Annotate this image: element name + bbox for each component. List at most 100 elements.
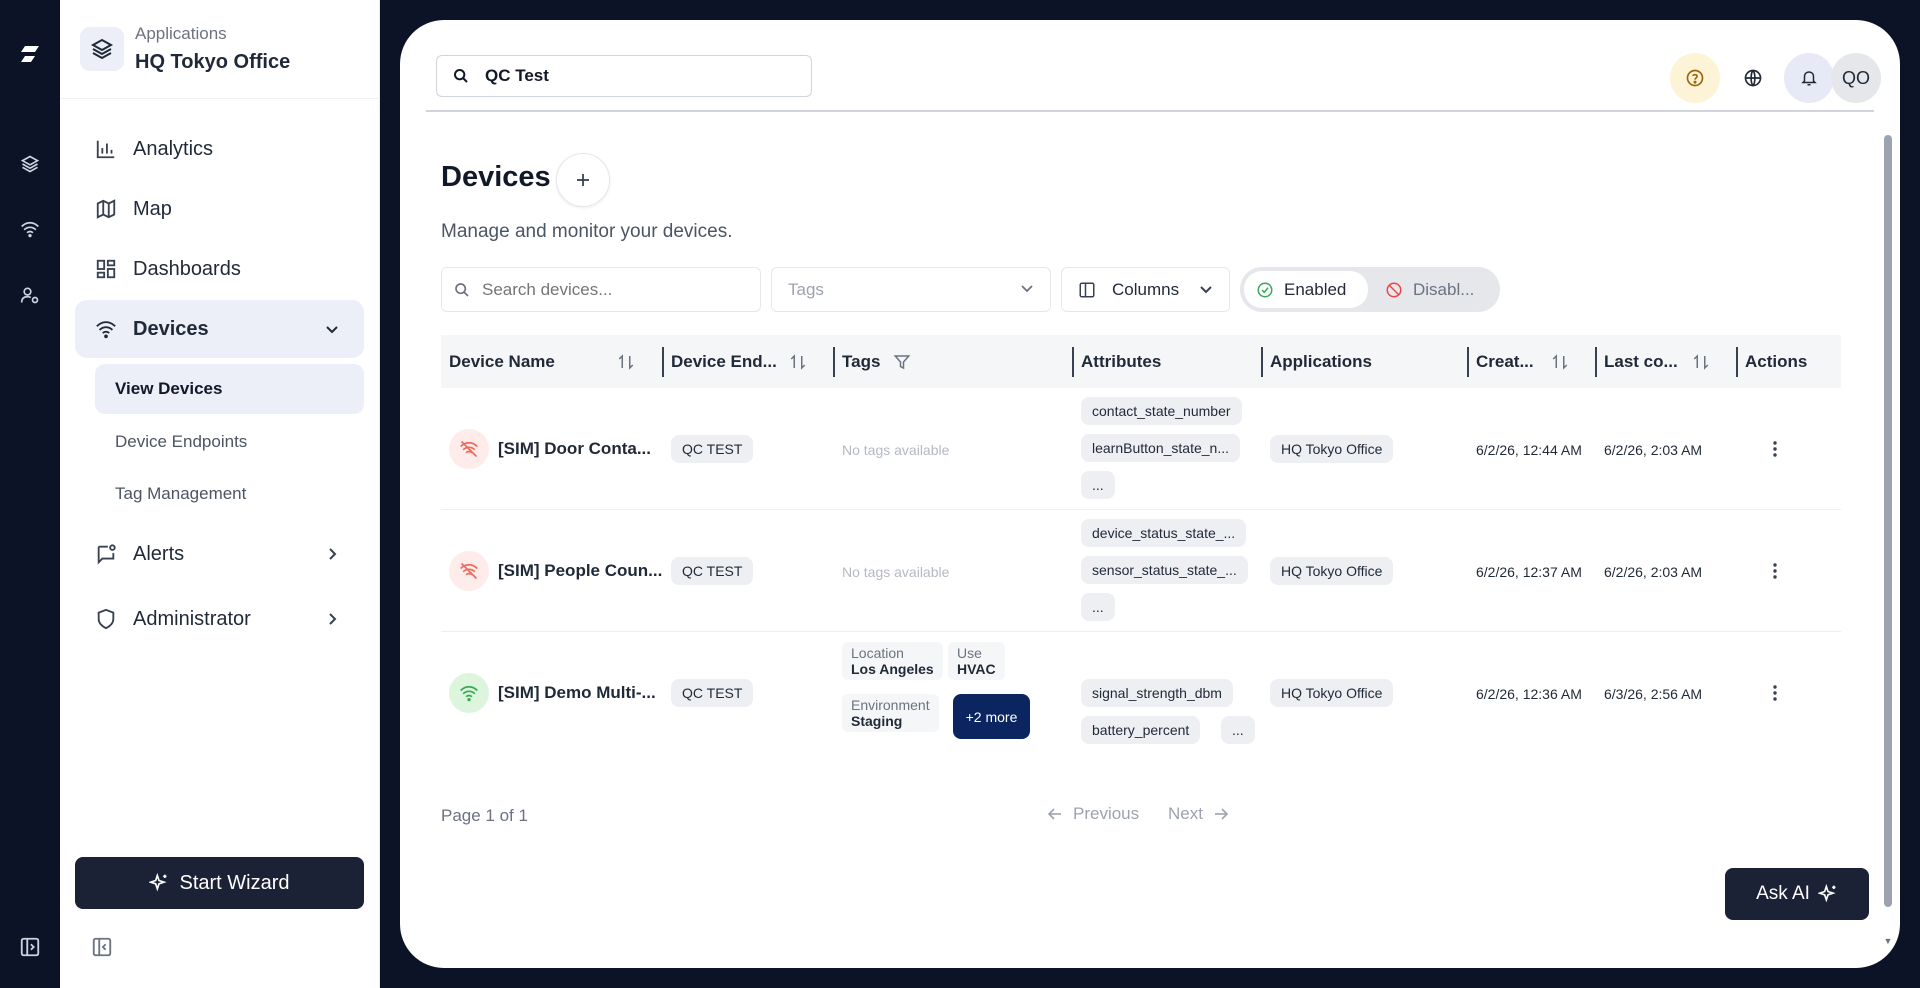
column-divider[interactable] <box>833 347 835 377</box>
check-circle-icon <box>1256 281 1274 299</box>
wifi-icon <box>94 317 118 341</box>
th-last-connected[interactable]: Last co... <box>1604 335 1678 388</box>
chevron-right-icon <box>322 544 342 564</box>
columns-button[interactable]: Columns <box>1061 267 1230 312</box>
add-device-button[interactable] <box>556 153 610 207</box>
panel-expand-icon[interactable] <box>18 935 42 959</box>
attribute-more-badge[interactable]: ... <box>1081 593 1115 621</box>
attribute-badge: contact_state_number <box>1081 397 1242 425</box>
chevron-down-icon <box>1199 282 1213 296</box>
start-wizard-label: Start Wizard <box>179 871 290 894</box>
wifi-icon <box>449 673 489 713</box>
scrollbar-thumb[interactable] <box>1884 135 1892 907</box>
table-row[interactable]: [SIM] Door Conta... QC TEST No tags avai… <box>441 388 1841 510</box>
th-device-name[interactable]: Device Name <box>449 335 555 388</box>
main-panel: QO Devices Manage and monitor your devic… <box>400 20 1900 968</box>
column-divider[interactable] <box>1736 347 1738 377</box>
scroll-down-icon[interactable]: ▼ <box>1883 936 1893 946</box>
filter-icon[interactable] <box>893 335 911 388</box>
nav-item-map[interactable]: Map <box>75 180 364 238</box>
device-search-input[interactable] <box>482 279 742 300</box>
more-vertical-icon[interactable] <box>1764 682 1786 704</box>
sub-item-view-devices[interactable]: View Devices <box>95 364 364 414</box>
no-tags-text: No tags available <box>842 442 950 458</box>
device-name[interactable]: [SIM] People Coun... <box>498 561 662 581</box>
sub-item-tag-management[interactable]: Tag Management <box>95 469 364 519</box>
sort-icon[interactable] <box>1692 335 1710 388</box>
th-created[interactable]: Creat... <box>1476 335 1534 388</box>
table-row[interactable]: [SIM] Demo Multi-... QC TEST Location Lo… <box>441 632 1841 754</box>
wifi-icon[interactable] <box>18 217 42 241</box>
chevron-right-icon <box>322 609 342 629</box>
top-bar: QO <box>426 20 1881 112</box>
th-label: Creat... <box>1476 351 1534 371</box>
nav-item-dashboards[interactable]: Dashboards <box>75 240 364 298</box>
column-divider[interactable] <box>1072 347 1074 377</box>
sort-icon[interactable] <box>789 335 807 388</box>
enabled-tab[interactable]: Enabled <box>1244 271 1368 308</box>
last-connected-date: 6/2/26, 2:03 AM <box>1604 442 1703 458</box>
user-settings-icon[interactable] <box>18 283 42 307</box>
more-vertical-icon[interactable] <box>1764 560 1786 582</box>
nav-item-alerts[interactable]: Alerts <box>75 525 364 583</box>
th-label: Applications <box>1270 351 1373 371</box>
tag-value: Staging <box>851 713 903 729</box>
device-name[interactable]: [SIM] Demo Multi-... <box>498 683 656 703</box>
bar-chart-icon <box>94 137 118 161</box>
device-name[interactable]: [SIM] Door Conta... <box>498 439 651 459</box>
tags-filter-select[interactable]: Tags <box>771 267 1051 312</box>
next-button[interactable]: Next <box>1168 804 1229 824</box>
disabled-tab[interactable]: Disabl... <box>1377 271 1497 308</box>
sidebar-collapse-icon[interactable] <box>90 935 114 959</box>
sparkles-icon <box>1817 884 1838 904</box>
wifi-off-icon <box>449 551 489 591</box>
nav-item-devices[interactable]: Devices <box>75 300 364 358</box>
more-tags-button[interactable]: +2 more <box>953 694 1030 739</box>
arrow-right-icon <box>1213 806 1229 822</box>
language-button[interactable] <box>1728 53 1778 103</box>
sub-item-device-endpoints[interactable]: Device Endpoints <box>95 417 364 467</box>
brand-logo-icon[interactable] <box>18 42 42 66</box>
th-attributes[interactable]: Attributes <box>1081 335 1161 388</box>
table-row[interactable]: [SIM] People Coun... QC TEST No tags ava… <box>441 510 1841 632</box>
nav-item-analytics[interactable]: Analytics <box>75 120 364 178</box>
nav-item-administrator[interactable]: Administrator <box>75 590 364 648</box>
user-avatar[interactable]: QO <box>1831 53 1881 103</box>
endpoint-badge: QC TEST <box>671 557 754 585</box>
th-label: Device End... <box>671 351 777 371</box>
created-date: 6/2/26, 12:36 AM <box>1476 686 1582 702</box>
help-button[interactable] <box>1670 53 1720 103</box>
attribute-badge: battery_percent <box>1081 716 1201 744</box>
sort-icon[interactable] <box>617 335 635 388</box>
global-search-field[interactable] <box>485 66 785 86</box>
attribute-more-badge[interactable]: ... <box>1221 716 1255 744</box>
device-search[interactable] <box>441 267 761 312</box>
layers-icon[interactable] <box>18 152 42 176</box>
notifications-button[interactable] <box>1784 53 1834 103</box>
nav-label: Devices <box>133 317 209 340</box>
th-applications[interactable]: Applications <box>1270 335 1372 388</box>
th-device-endpoint[interactable]: Device End... <box>671 335 777 388</box>
more-vertical-icon[interactable] <box>1764 438 1786 460</box>
sort-icon[interactable] <box>1551 335 1569 388</box>
search-icon <box>454 282 470 298</box>
column-divider[interactable] <box>662 347 664 377</box>
previous-button[interactable]: Previous <box>1047 804 1139 824</box>
application-badge: HQ Tokyo Office <box>1270 557 1394 585</box>
chevron-down-icon <box>322 319 342 339</box>
start-wizard-button[interactable]: Start Wizard <box>75 857 364 909</box>
global-search-input[interactable] <box>436 55 812 97</box>
column-divider[interactable] <box>1467 347 1469 377</box>
tag-key: Environment <box>851 697 930 713</box>
th-tags[interactable]: Tags <box>842 335 880 388</box>
no-tags-text: No tags available <box>842 564 950 580</box>
th-label: Last co... <box>1604 351 1678 371</box>
disabled-label: Disabl... <box>1413 279 1475 299</box>
attribute-more-badge[interactable]: ... <box>1081 471 1115 499</box>
column-divider[interactable] <box>1595 347 1597 377</box>
shield-icon <box>94 607 118 631</box>
th-label: Device Name <box>449 351 555 371</box>
sidebar: Applications HQ Tokyo Office Analytics M… <box>60 0 380 988</box>
ask-ai-button[interactable]: Ask AI <box>1725 868 1869 920</box>
app-switcher[interactable]: Applications HQ Tokyo Office <box>60 0 380 99</box>
